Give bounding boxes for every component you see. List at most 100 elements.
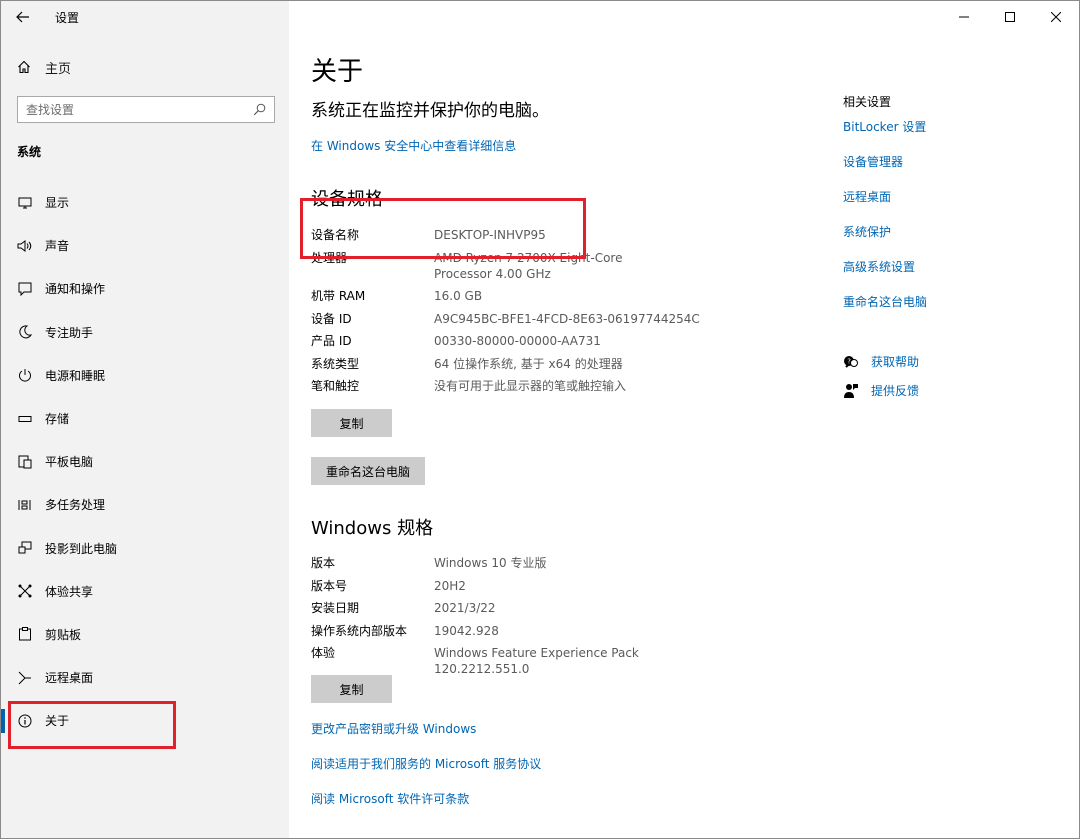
close-button[interactable] bbox=[1033, 1, 1079, 33]
share-icon bbox=[17, 583, 33, 599]
get-help-label: 获取帮助 bbox=[871, 355, 920, 369]
spec-key: 笔和触控 bbox=[311, 379, 360, 393]
spec-row: 机带 RAM 16.0 GB bbox=[311, 288, 731, 304]
sidebar-item-multitasking[interactable]: 多任务处理 bbox=[1, 483, 289, 526]
home-nav-item[interactable]: 主页 bbox=[1, 49, 289, 85]
device-manager-link[interactable]: 设备管理器 bbox=[843, 154, 1063, 170]
spec-row: 安装日期 2021/3/22 bbox=[311, 600, 731, 616]
windows-specs-table: 版本 Windows 10 专业版 版本号 20H2 安装日期 2021/3/22 操… bbox=[311, 555, 731, 684]
spec-key: 机带 RAM bbox=[311, 289, 366, 303]
sidebar-item-project[interactable]: 投影到此电脑 bbox=[1, 527, 289, 570]
spec-value: 19042.928 bbox=[434, 623, 499, 638]
advanced-system-settings-link[interactable]: 高级系统设置 bbox=[843, 259, 1063, 275]
clipboard-icon bbox=[17, 626, 33, 642]
sidebar-item-remote-desktop[interactable]: 远程桌面 bbox=[1, 656, 289, 699]
minimize-button[interactable] bbox=[941, 1, 987, 33]
sidebar-item-sound[interactable]: 声音 bbox=[1, 224, 289, 267]
close-icon bbox=[1051, 12, 1061, 22]
home-icon bbox=[18, 60, 30, 74]
maximize-icon bbox=[1005, 12, 1015, 22]
sidebar-item-label: 剪贴板 bbox=[45, 627, 82, 642]
help-chat-icon: ? bbox=[843, 354, 859, 370]
highlight-box-about bbox=[8, 701, 176, 749]
security-center-link[interactable]: 在 Windows 安全中心中查看详细信息 bbox=[311, 137, 516, 154]
microsoft-services-agreement-link[interactable]: 阅读适用于我们服务的 Microsoft 服务协议 bbox=[311, 755, 541, 772]
page-title: 关于 bbox=[311, 57, 364, 87]
spec-row: 版本 Windows 10 专业版 bbox=[311, 555, 731, 571]
sidebar-item-notifications[interactable]: 通知和操作 bbox=[1, 267, 289, 310]
help-section: ? 获取帮助 提供反馈 bbox=[843, 353, 919, 411]
feedback-link[interactable]: 提供反馈 bbox=[843, 382, 919, 399]
spec-value: 00330-80000-00000-AA731 bbox=[434, 334, 601, 348]
sidebar-item-label: 通知和操作 bbox=[45, 282, 106, 297]
sidebar-item-tablet[interactable]: 平板电脑 bbox=[1, 440, 289, 483]
spec-value: Windows 10 专业版 bbox=[434, 556, 547, 570]
spec-key: 版本号 bbox=[311, 578, 348, 593]
copy-device-specs-button[interactable]: 复制 bbox=[311, 409, 392, 437]
spec-value: 20H2 bbox=[434, 578, 466, 593]
back-arrow-icon bbox=[16, 11, 29, 23]
spec-value: A9C945BC-BFE1-4FCD-8E63-06197744254C bbox=[434, 311, 700, 326]
message-icon bbox=[17, 281, 33, 297]
sidebar-item-focus-assist[interactable]: 专注助手 bbox=[1, 311, 289, 354]
spec-key: 操作系统内部版本 bbox=[311, 623, 408, 638]
monitor-icon bbox=[17, 195, 33, 211]
search-icon[interactable] bbox=[253, 103, 266, 116]
home-label: 主页 bbox=[45, 61, 72, 77]
svg-text:?: ? bbox=[847, 357, 851, 365]
windows-specs-heading: Windows 规格 bbox=[311, 518, 434, 539]
sidebar-item-shared-experiences[interactable]: 体验共享 bbox=[1, 570, 289, 613]
feedback-person-icon bbox=[843, 383, 859, 399]
nav-list: 显示 声音 通知和操作 专注助手 电源和睡眠 存储 平板电脑 多任务处理 投影到… bbox=[1, 181, 289, 742]
rename-pc-button[interactable]: 重命名这台电脑 bbox=[311, 457, 425, 485]
remote-icon bbox=[17, 670, 33, 686]
sidebar-item-label: 多任务处理 bbox=[45, 498, 106, 513]
search-box[interactable] bbox=[17, 96, 275, 123]
system-protection-link[interactable]: 系统保护 bbox=[843, 224, 1063, 240]
spec-row: 产品 ID 00330-80000-00000-AA731 bbox=[311, 333, 731, 349]
sidebar-item-label: 远程桌面 bbox=[45, 671, 94, 686]
section-label-system: 系统 bbox=[17, 145, 42, 159]
spec-row: 设备 ID A9C945BC-BFE1-4FCD-8E63-06197744254… bbox=[311, 311, 731, 327]
sidebar-item-label: 存储 bbox=[45, 412, 70, 427]
title-bar: 设置 bbox=[1, 1, 289, 33]
power-icon bbox=[17, 367, 33, 383]
sidebar-item-power-sleep[interactable]: 电源和睡眠 bbox=[1, 354, 289, 397]
spec-key: 产品 ID bbox=[311, 334, 352, 348]
spec-row: 体验 Windows Feature Experience Pack 120.22… bbox=[311, 645, 731, 677]
sidebar-item-storage[interactable]: 存储 bbox=[1, 397, 289, 440]
sidebar: 设置 主页 系统 显示 bbox=[1, 1, 289, 838]
sidebar-item-clipboard[interactable]: 剪贴板 bbox=[1, 613, 289, 656]
spec-key: 设备 ID bbox=[311, 311, 352, 326]
remote-desktop-link[interactable]: 远程桌面 bbox=[843, 189, 1063, 205]
spec-key: 版本 bbox=[311, 556, 336, 570]
maximize-button[interactable] bbox=[987, 1, 1033, 33]
window-controls bbox=[941, 1, 1079, 33]
spec-key: 系统类型 bbox=[311, 356, 360, 371]
spec-value: Windows Feature Experience Pack 120.2212… bbox=[434, 646, 639, 676]
get-help-link[interactable]: ? 获取帮助 bbox=[843, 353, 919, 370]
change-product-key-link[interactable]: 更改产品密钥或升级 Windows bbox=[311, 720, 476, 737]
speaker-icon bbox=[17, 238, 33, 254]
sidebar-item-label: 体验共享 bbox=[45, 584, 94, 599]
settings-window: 设置 主页 系统 显示 bbox=[0, 0, 1080, 839]
software-license-terms-link[interactable]: 阅读 Microsoft 软件许可条款 bbox=[311, 790, 469, 807]
app-title: 设置 bbox=[55, 10, 80, 25]
spec-key: 体验 bbox=[311, 646, 336, 660]
rename-pc-link[interactable]: 重命名这台电脑 bbox=[843, 294, 1063, 310]
spec-value: 2021/3/22 bbox=[434, 601, 496, 615]
feedback-label: 提供反馈 bbox=[871, 384, 920, 398]
spec-key: 安装日期 bbox=[311, 601, 360, 615]
sidebar-item-label: 专注助手 bbox=[45, 325, 94, 340]
sidebar-item-label: 声音 bbox=[45, 239, 70, 254]
sidebar-item-display[interactable]: 显示 bbox=[1, 181, 289, 224]
search-input[interactable] bbox=[26, 102, 236, 117]
bitlocker-settings-link[interactable]: BitLocker 设置 bbox=[843, 119, 1063, 135]
spec-value: 16.0 GB bbox=[434, 289, 483, 303]
highlight-box-device-name bbox=[300, 198, 586, 259]
spec-value: 没有可用于此显示器的笔或触控输入 bbox=[434, 379, 627, 393]
spec-row: 系统类型 64 位操作系统, 基于 x64 的处理器 bbox=[311, 356, 731, 372]
main-content: 关于 系统正在监控并保护你的电脑。 在 Windows 安全中心中查看详细信息 … bbox=[311, 1, 831, 838]
copy-windows-specs-button[interactable]: 复制 bbox=[311, 675, 392, 703]
back-button[interactable] bbox=[1, 1, 45, 33]
